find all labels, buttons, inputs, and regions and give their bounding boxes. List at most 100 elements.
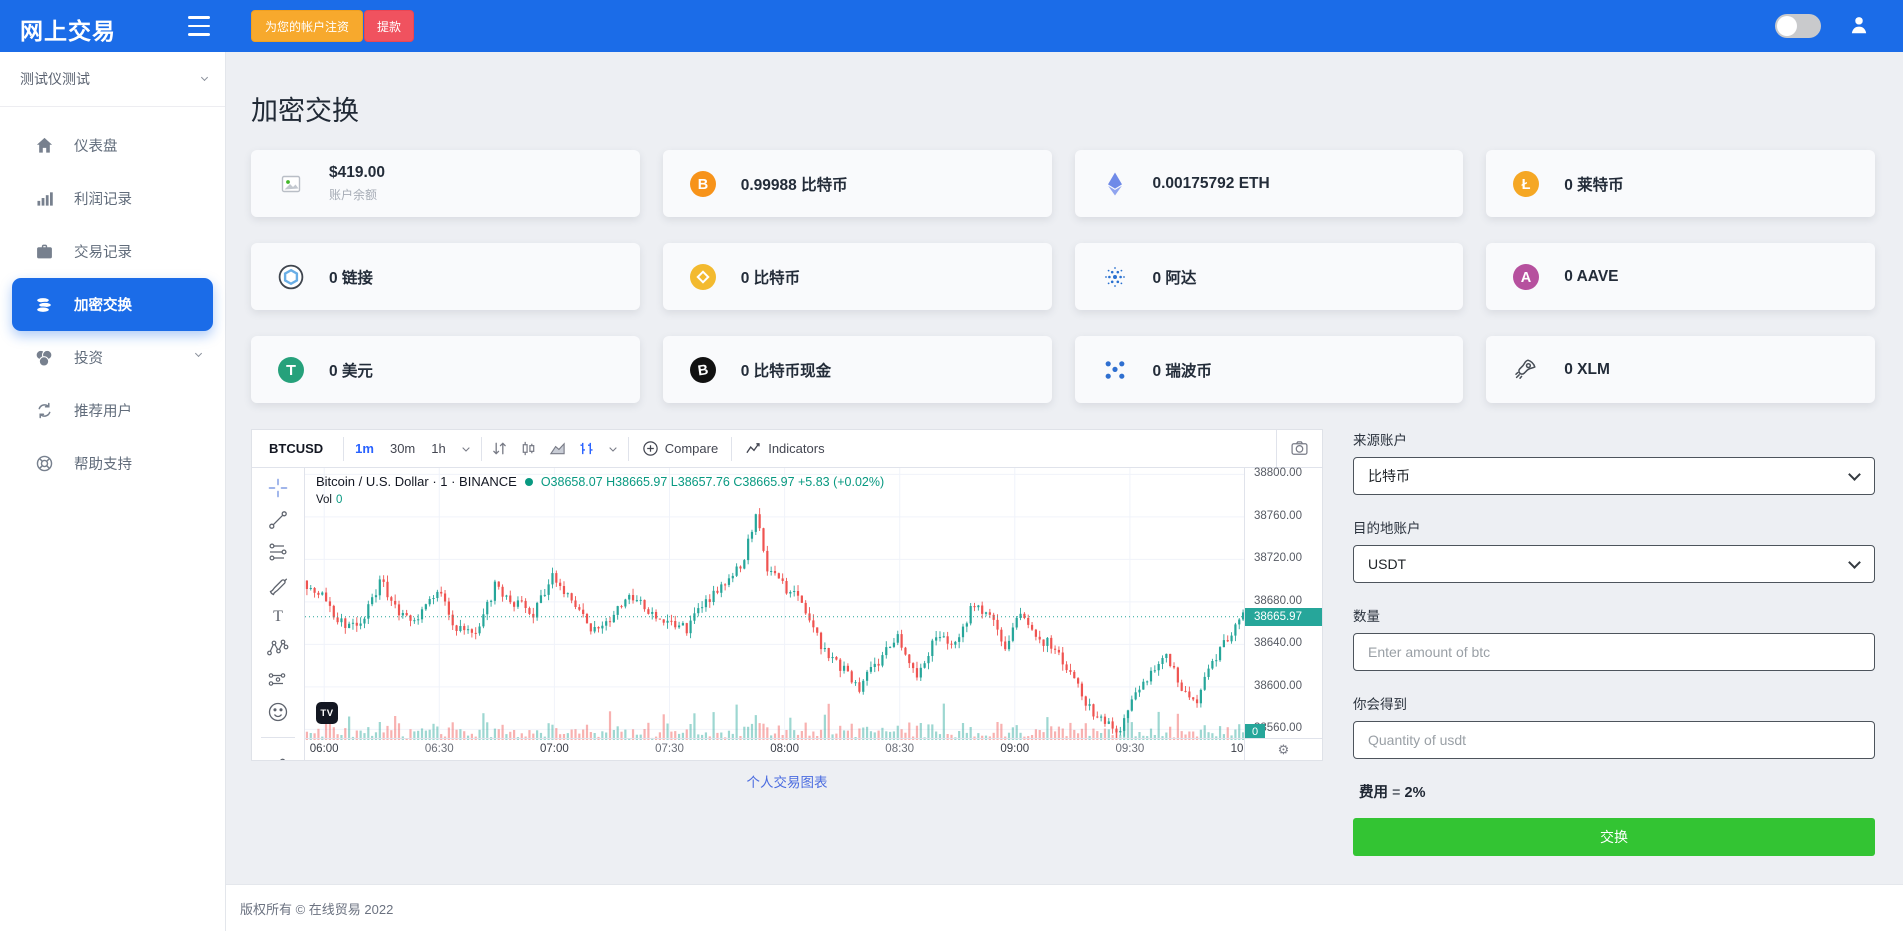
card-value: 0 AAVE (1564, 268, 1618, 286)
timeframe-1m[interactable]: 1m (347, 441, 382, 456)
text-tool-icon[interactable]: T (266, 604, 290, 628)
sidebar-item-label: 帮助支持 (74, 453, 132, 474)
candlestick-style-icon[interactable] (514, 440, 543, 457)
sidebar-item-investment[interactable]: 投资 (0, 331, 225, 384)
chevron-down-icon (201, 73, 208, 80)
bitcoin-cash-icon: B (689, 356, 717, 384)
personal-chart-link[interactable]: 个人交易图表 (251, 771, 1323, 791)
hamburger-menu-icon[interactable] (188, 16, 210, 36)
bars-style-icon[interactable] (572, 440, 601, 457)
sidebar-item-profit-records[interactable]: 利润记录 (0, 172, 225, 225)
card-value: 0 瑞波币 (1153, 359, 1212, 381)
price-chart[interactable] (305, 468, 1245, 740)
emoji-tool-icon[interactable] (266, 700, 290, 724)
position-tool-icon[interactable] (266, 668, 290, 692)
fund-account-button[interactable]: 为您的帐户注资 (251, 10, 363, 42)
top-header: 网上交易 为您的帐户注资 提款 (0, 0, 1903, 52)
lifebuoy-icon (34, 454, 54, 474)
indicators-button[interactable]: Indicators (735, 440, 834, 457)
sidebar: 测试仪测试 仪表盘 利润记录 交易记录 加密交换 投资 推荐用户 帮助支持 (0, 52, 226, 931)
x-axis-tick: 09:00 (992, 743, 1038, 755)
sidebar-item-referrals[interactable]: 推荐用户 (0, 384, 225, 437)
sidebar-item-label: 加密交换 (74, 294, 132, 315)
card-value: 0.99988 比特币 (741, 173, 848, 195)
crosshair-icon[interactable] (266, 476, 290, 500)
chainlink-icon (277, 263, 305, 291)
destination-account-select[interactable]: USDT (1353, 545, 1875, 583)
trend-line-icon[interactable] (266, 508, 290, 532)
sidebar-profile-dropdown[interactable]: 测试仪测试 (0, 52, 225, 107)
user-profile-icon[interactable] (1848, 14, 1870, 41)
balance-card-usd-balance: T 0 美元 (251, 336, 640, 403)
swap-submit-button[interactable]: 交换 (1353, 818, 1875, 856)
ethereum-icon (1101, 170, 1129, 198)
compare-arrows-icon[interactable] (485, 440, 514, 457)
price-axis[interactable]: 38800.0038760.0038720.0038680.0038640.00… (1244, 468, 1322, 740)
axis-settings-gear-icon[interactable]: ⚙ (1244, 738, 1322, 760)
x-axis-tick: 06:30 (416, 743, 462, 755)
area-style-icon[interactable] (543, 440, 572, 457)
sidebar-item-crypto-exchange[interactable]: 加密交换 (12, 278, 213, 331)
receive-label: 你会得到 (1353, 693, 1875, 713)
chart-style-group (485, 440, 625, 457)
x-axis-tick: 08:30 (877, 743, 923, 755)
footer: 版权所有 © 在线贸易 2022 (226, 884, 1903, 931)
volume-zero-tag: 0 (1245, 724, 1265, 739)
main-content: 加密交换 $419.00账户余额B 0.99988 比特币 0.00175792… (226, 52, 1903, 884)
x-axis-tick: 09:30 (1107, 743, 1153, 755)
page-title: 加密交换 (251, 89, 1875, 128)
compare-button[interactable]: Compare (632, 440, 728, 457)
card-label: 账户余额 (329, 186, 385, 203)
x-axis-tick: 07:30 (646, 743, 692, 755)
receive-input[interactable] (1353, 721, 1875, 759)
y-axis-tick: 38800.00 (1254, 467, 1302, 479)
last-price-tag: 38665.97 (1245, 608, 1322, 626)
balance-card-aave-balance: A 0 AAVE (1486, 243, 1875, 310)
coins-icon (34, 295, 54, 315)
profile-name: 测试仪测试 (20, 69, 90, 89)
x-axis-tick: 08:00 (762, 743, 808, 755)
card-value: 0 美元 (329, 359, 373, 381)
timeframe-dropdown-caret[interactable] (454, 443, 478, 455)
card-value: 0 阿达 (1153, 266, 1197, 288)
theme-toggle[interactable] (1775, 14, 1821, 38)
balance-card-link-balance: 0 链接 (251, 243, 640, 310)
exchange-form: 来源账户 比特币 目的地账户 USDT 数量 你会得到 (1353, 429, 1875, 856)
sidebar-item-label: 交易记录 (74, 241, 132, 262)
svg-text:A: A (1521, 269, 1532, 285)
brush-icon[interactable] (266, 572, 290, 596)
sidebar-item-dashboard[interactable]: 仪表盘 (0, 119, 225, 172)
sidebar-item-support[interactable]: 帮助支持 (0, 437, 225, 490)
briefcase-icon (34, 242, 54, 262)
screenshot-camera-icon[interactable] (1276, 430, 1322, 467)
sidebar-item-trade-records[interactable]: 交易记录 (0, 225, 225, 278)
copyright-text: 版权所有 © 在线贸易 2022 (240, 899, 393, 918)
measure-ruler-icon[interactable] (266, 757, 290, 760)
chart-symbol[interactable]: BTCUSD (252, 441, 340, 456)
style-dropdown-caret[interactable] (601, 443, 625, 455)
aave-icon: A (1512, 263, 1540, 291)
destination-account-label: 目的地账户 (1353, 517, 1875, 537)
tradingview-logo[interactable]: TV (316, 702, 338, 724)
svg-text:B: B (698, 176, 708, 192)
sidebar-menu: 仪表盘 利润记录 交易记录 加密交换 投资 推荐用户 帮助支持 (0, 107, 225, 490)
source-account-select[interactable]: 比特币 (1353, 457, 1875, 495)
rail-divider (261, 737, 295, 738)
y-axis-tick: 38680.00 (1254, 595, 1302, 607)
card-value: 0 比特币 (741, 266, 800, 288)
fib-retracement-icon[interactable] (266, 540, 290, 564)
gold-coin-icon (689, 263, 717, 291)
timeframe-1h[interactable]: 1h (423, 441, 453, 456)
amount-input[interactable] (1353, 633, 1875, 671)
balance-card-bch-balance: B 0 比特币现金 (663, 336, 1052, 403)
withdraw-button[interactable]: 提款 (364, 10, 414, 42)
home-icon (34, 136, 54, 156)
time-axis[interactable]: 06:0006:3007:0007:3008:0008:3009:0009:30… (305, 738, 1244, 760)
xabcd-pattern-icon[interactable] (266, 636, 290, 660)
timeframe-group: 1m30m1h (347, 441, 454, 456)
sidebar-item-label: 投资 (74, 347, 103, 368)
timeframe-30m[interactable]: 30m (382, 441, 423, 456)
indicators-label: Indicators (768, 441, 824, 456)
chart-toolbar: BTCUSD 1m30m1h Compare (252, 430, 1322, 468)
drawing-tools-rail: T (252, 468, 305, 760)
